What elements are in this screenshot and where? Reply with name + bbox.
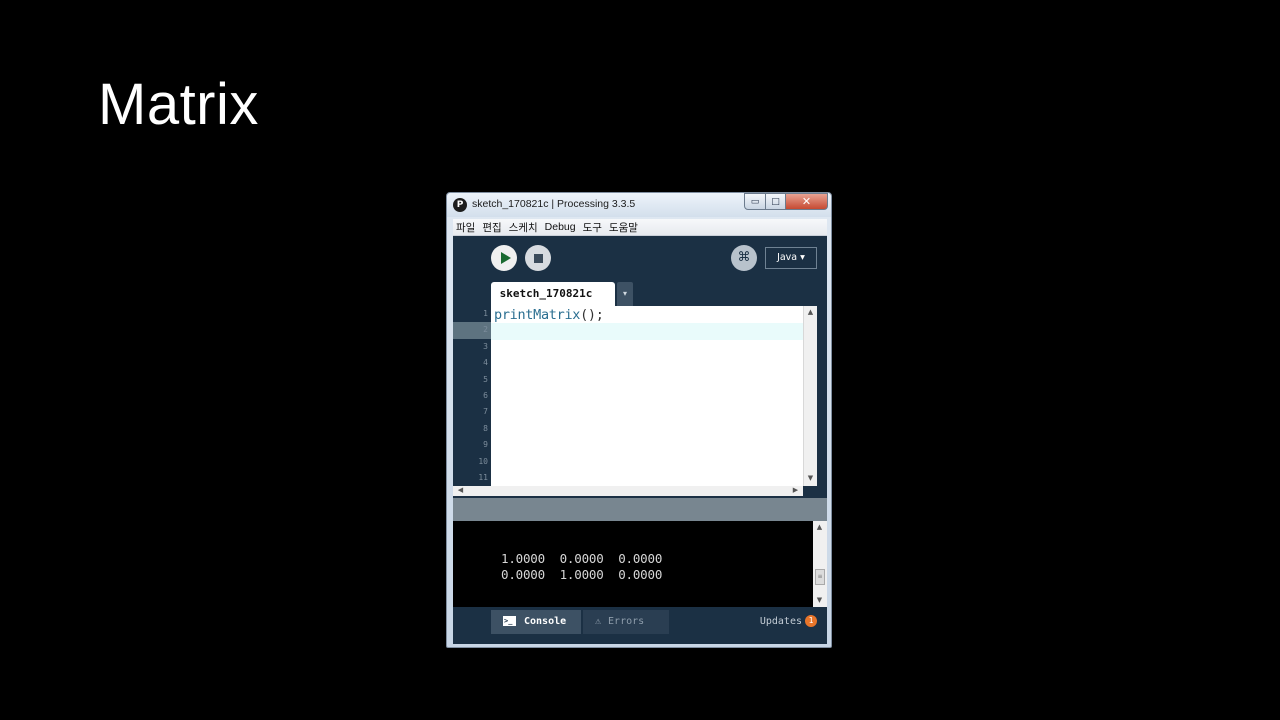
line-number: 8 xyxy=(483,423,488,433)
warning-icon: ⚠ xyxy=(595,616,602,627)
window-title: sketch_170821c | Processing 3.3.5 xyxy=(472,198,636,210)
slide-title: Matrix xyxy=(98,72,259,137)
editor-vertical-scrollbar[interactable]: ▲ ▼ xyxy=(803,306,817,486)
scroll-down-arrow-icon[interactable]: ▼ xyxy=(813,596,826,604)
line-number: 2 xyxy=(483,325,488,335)
line-number: 4 xyxy=(483,358,488,368)
code-function-name: printMatrix xyxy=(494,307,581,323)
terminal-icon: >_ xyxy=(503,616,516,626)
scroll-down-arrow-icon[interactable]: ▼ xyxy=(804,474,817,482)
errors-tab-label: Errors xyxy=(608,616,645,627)
menu-edit[interactable]: 편집 xyxy=(479,220,505,235)
editor-horizontal-scrollbar[interactable]: ◀ ▶ xyxy=(453,486,803,496)
status-bar xyxy=(453,498,827,521)
scroll-up-arrow-icon[interactable]: ▲ xyxy=(813,523,826,531)
scroll-left-arrow-icon[interactable]: ◀ xyxy=(454,486,467,494)
processing-logo-icon: P xyxy=(453,198,467,212)
code-line-1: printMatrix(); xyxy=(494,307,604,323)
mode-selector[interactable]: Java ▾ xyxy=(765,247,817,269)
console-line: 1.0000 0.0000 0.0000 xyxy=(501,551,663,566)
tab-console[interactable]: >_ Console xyxy=(491,610,581,634)
updates-label: Updates xyxy=(759,616,802,627)
line-number: 7 xyxy=(483,407,488,417)
scroll-up-arrow-icon[interactable]: ▲ xyxy=(804,308,817,316)
scroll-right-arrow-icon[interactable]: ▶ xyxy=(789,486,802,494)
ide-body: ⌘ Java ▾ sketch_170821c ▾ 1 2 3 4 5 6 7 8 9 10 11 … xyxy=(453,236,827,644)
line-number: 1 xyxy=(483,309,488,318)
menu-tools[interactable]: 도구 xyxy=(580,220,606,235)
updates-count-badge: 1 xyxy=(805,615,817,627)
menu-help[interactable]: 도움말 xyxy=(606,220,642,235)
butterfly-icon: ⌘ xyxy=(737,250,751,265)
menu-debug[interactable]: Debug xyxy=(542,221,580,233)
stop-button[interactable] xyxy=(525,245,551,271)
maximize-button[interactable]: □ xyxy=(766,193,786,210)
tab-errors[interactable]: ⚠ Errors xyxy=(583,610,669,634)
line-number: 6 xyxy=(483,391,488,400)
code-editor[interactable]: printMatrix(); xyxy=(491,306,803,486)
menu-sketch[interactable]: 스케치 xyxy=(506,220,542,235)
footer-bar: >_ Console ⚠ Errors Updates 1 xyxy=(453,607,827,644)
title-bar[interactable]: P sketch_170821c | Processing 3.3.5 ▭ □ … xyxy=(447,193,831,217)
close-button[interactable]: ✕ xyxy=(786,193,828,210)
line-number: 5 xyxy=(483,374,488,384)
line-number-gutter: 1 2 3 4 5 6 7 8 9 10 11 xyxy=(453,306,491,486)
menu-file[interactable]: 파일 xyxy=(453,220,479,235)
minimize-button[interactable]: ▭ xyxy=(744,193,766,210)
stop-icon xyxy=(533,253,543,263)
code-punctuation: (); xyxy=(580,307,604,323)
tab-sketch[interactable]: sketch_170821c xyxy=(491,282,615,306)
console-line: 0.0000 1.0000 0.0000 xyxy=(501,567,663,582)
menu-bar: 파일 편집 스케치 Debug 도구 도움말 xyxy=(453,219,827,236)
line-number: 3 xyxy=(483,341,488,351)
window-controls: ▭ □ ✕ xyxy=(744,193,828,211)
console-scrollbar[interactable]: ▲ ≡ ▼ xyxy=(813,521,827,607)
console-output[interactable]: 1.0000 0.0000 0.0000 0.0000 1.0000 0.000… xyxy=(453,521,813,607)
scroll-thumb[interactable]: ≡ xyxy=(815,569,825,585)
play-icon xyxy=(500,252,511,264)
tab-menu-button[interactable]: ▾ xyxy=(617,282,633,306)
line-number: 9 xyxy=(483,440,488,450)
current-line-highlight xyxy=(491,323,803,340)
line-number: 10 xyxy=(478,456,488,466)
updates-button[interactable]: Updates 1 xyxy=(760,610,817,634)
console-tab-label: Console xyxy=(524,616,567,627)
processing-window: P sketch_170821c | Processing 3.3.5 ▭ □ … xyxy=(446,192,832,648)
debugger-button[interactable]: ⌘ xyxy=(731,245,757,271)
run-button[interactable] xyxy=(491,245,517,271)
line-number: 11 xyxy=(478,473,488,482)
